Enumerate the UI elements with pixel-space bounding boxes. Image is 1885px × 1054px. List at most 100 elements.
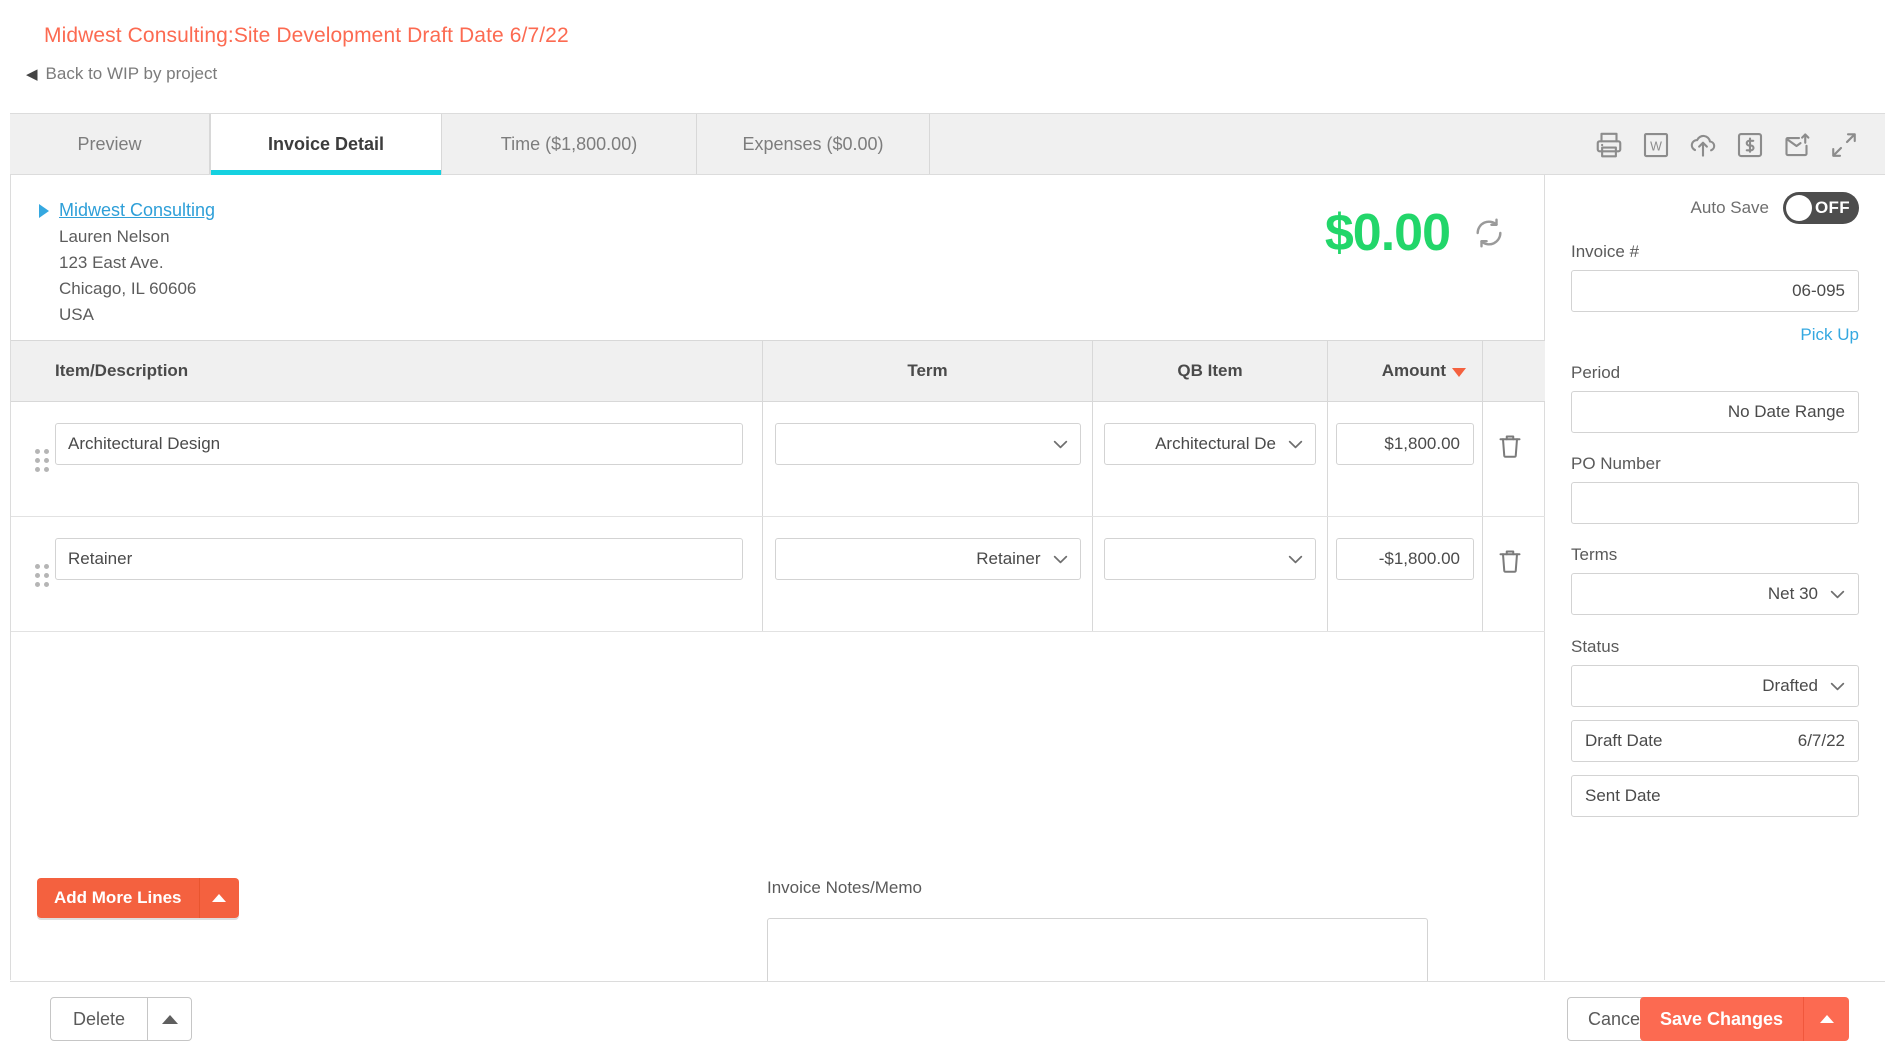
description-input[interactable] (55, 423, 743, 465)
save-dropdown-toggle[interactable] (1803, 997, 1849, 1041)
sent-date-field[interactable]: Sent Date (1571, 775, 1859, 817)
delete-row-icon[interactable] (1495, 429, 1525, 463)
chevron-down-icon (1830, 682, 1845, 691)
column-header-qb-item[interactable]: QB Item (1093, 341, 1328, 401)
drag-handle-icon[interactable] (35, 449, 49, 472)
delete-dropdown-toggle[interactable] (147, 998, 191, 1040)
add-more-lines-dropdown-toggle[interactable] (198, 878, 239, 918)
invoice-number-label: Invoice # (1571, 242, 1640, 261)
invoice-total-block: $0.00 (1325, 203, 1506, 263)
client-name-link[interactable]: Midwest Consulting (59, 200, 215, 221)
caret-up-icon (212, 894, 227, 902)
draft-date-field[interactable]: Draft Date 6/7/22 (1571, 720, 1859, 762)
tab-label: Invoice Detail (267, 133, 385, 154)
column-label: Amount (1381, 361, 1446, 380)
tab-label: Preview (77, 133, 142, 154)
cloud-upload-icon[interactable] (1688, 130, 1718, 160)
chevron-down-icon (1053, 440, 1068, 449)
row-delete-cell (1483, 402, 1546, 516)
term-select[interactable] (774, 423, 1081, 465)
caret-up-icon (1819, 1015, 1834, 1023)
tab-invoice-detail[interactable]: Invoice Detail (210, 114, 442, 175)
column-header-term[interactable]: Term (763, 341, 1093, 401)
body-container: Midwest Consulting Lauren Nelson 123 Eas… (10, 175, 1885, 1035)
qb-item-select[interactable]: Architectural De (1104, 423, 1316, 465)
auto-save-state: OFF (1815, 198, 1850, 217)
print-icon[interactable] (1594, 130, 1624, 160)
column-label: QB Item (1177, 361, 1243, 380)
po-number-input[interactable] (1571, 482, 1859, 524)
refresh-icon[interactable] (1472, 216, 1506, 250)
email-send-icon[interactable] (1782, 130, 1812, 160)
invoice-notes-label: Invoice Notes/Memo (767, 878, 922, 897)
auto-save-label: Auto Save (1690, 198, 1769, 217)
tab-label: Expenses ($0.00) (742, 133, 884, 154)
chevron-down-icon (1288, 555, 1303, 564)
row-qb-item-cell (1093, 517, 1328, 631)
footer-action-bar: Delete Cancel Save Changes (10, 981, 1885, 1054)
period-label: Period (1571, 363, 1621, 382)
delete-button[interactable]: Delete (51, 998, 147, 1040)
column-header-amount[interactable]: Amount (1328, 341, 1483, 401)
invoice-number-input[interactable]: 06-095 (1571, 270, 1859, 312)
client-street: 123 East Ave. (59, 253, 164, 272)
auto-save-toggle[interactable]: OFF (1783, 192, 1859, 224)
tab-time[interactable]: Time ($1,800.00) (442, 114, 697, 174)
status-select[interactable]: Drafted (1571, 665, 1859, 707)
save-changes-button[interactable]: Save Changes (1640, 997, 1803, 1041)
back-to-wip-link[interactable]: ◀ Back to WIP by project (26, 64, 217, 84)
invoice-detail-page: Midwest Consulting:Site Development Draf… (0, 0, 1885, 1054)
period-field[interactable]: No Date Range (1571, 391, 1859, 433)
toggle-knob (1786, 195, 1812, 221)
row-delete-cell (1483, 517, 1546, 631)
draft-date-value: 6/7/22 (1797, 731, 1845, 750)
expand-triangle-icon[interactable] (39, 203, 49, 218)
tab-expenses[interactable]: Expenses ($0.00) (697, 114, 930, 174)
back-link-label: Back to WIP by project (45, 64, 218, 83)
chevron-down-icon (1053, 555, 1068, 564)
terms-select-value: Net 30 (1767, 584, 1818, 603)
terms-select[interactable]: Net 30 (1571, 573, 1859, 615)
sent-date-label: Sent Date (1585, 786, 1661, 805)
back-arrow-icon: ◀ (26, 65, 38, 83)
caret-up-icon (161, 1014, 178, 1024)
row-qb-item-cell: Architectural De (1093, 402, 1328, 516)
drag-handle-icon[interactable] (35, 564, 49, 587)
description-input[interactable] (55, 538, 743, 580)
tab-label: Time ($1,800.00) (500, 133, 638, 154)
tab-bar: Preview Invoice Detail Time ($1,800.00) … (10, 113, 1885, 175)
amount-value[interactable]: -$1,800.00 (1336, 538, 1474, 580)
line-items-header-row: Item/Description Term QB Item Amount (11, 340, 1546, 402)
column-header-delete (1483, 341, 1546, 401)
client-country: USA (59, 305, 94, 324)
column-header-description[interactable]: Item/Description (11, 341, 763, 401)
row-description-cell (11, 517, 763, 631)
client-address-block: Midwest Consulting Lauren Nelson 123 Eas… (39, 200, 215, 325)
row-term-cell (763, 402, 1093, 516)
add-more-lines-button-group: Add More Lines (37, 878, 239, 918)
add-more-lines-button[interactable]: Add More Lines (37, 878, 199, 918)
terms-label: Terms (1571, 545, 1618, 564)
pick-up-link[interactable]: Pick Up (1800, 325, 1859, 345)
invoice-sidebar: Auto Save OFF Invoice # 06-095 Pick Up P… (1545, 175, 1885, 980)
qb-item-select[interactable] (1104, 538, 1316, 580)
row-amount-cell: -$1,800.00 (1328, 517, 1483, 631)
invoice-total-amount: $0.00 (1324, 204, 1451, 262)
chevron-down-icon (1830, 590, 1845, 599)
svg-text:W: W (1650, 140, 1662, 154)
status-label: Status (1571, 637, 1620, 656)
client-name-row: Midwest Consulting (39, 200, 215, 221)
delete-row-icon[interactable] (1495, 544, 1525, 578)
dollar-box-icon[interactable] (1735, 130, 1765, 160)
table-row: Retainer Retainer -$1,800.00 (11, 517, 1546, 632)
row-term-cell: Retainer (763, 517, 1093, 631)
tab-preview[interactable]: Preview (10, 114, 210, 174)
word-export-icon[interactable]: W (1641, 130, 1671, 160)
expand-icon[interactable] (1829, 130, 1859, 160)
save-changes-button-group: Save Changes (1639, 997, 1849, 1041)
sort-descending-icon[interactable] (1452, 368, 1466, 377)
client-city-state-zip: Chicago, IL 60606 (59, 279, 197, 298)
amount-value[interactable]: $1,800.00 (1336, 423, 1474, 465)
table-row: Architectural De $1,800.00 (11, 402, 1546, 517)
term-select[interactable]: Retainer (774, 538, 1081, 580)
